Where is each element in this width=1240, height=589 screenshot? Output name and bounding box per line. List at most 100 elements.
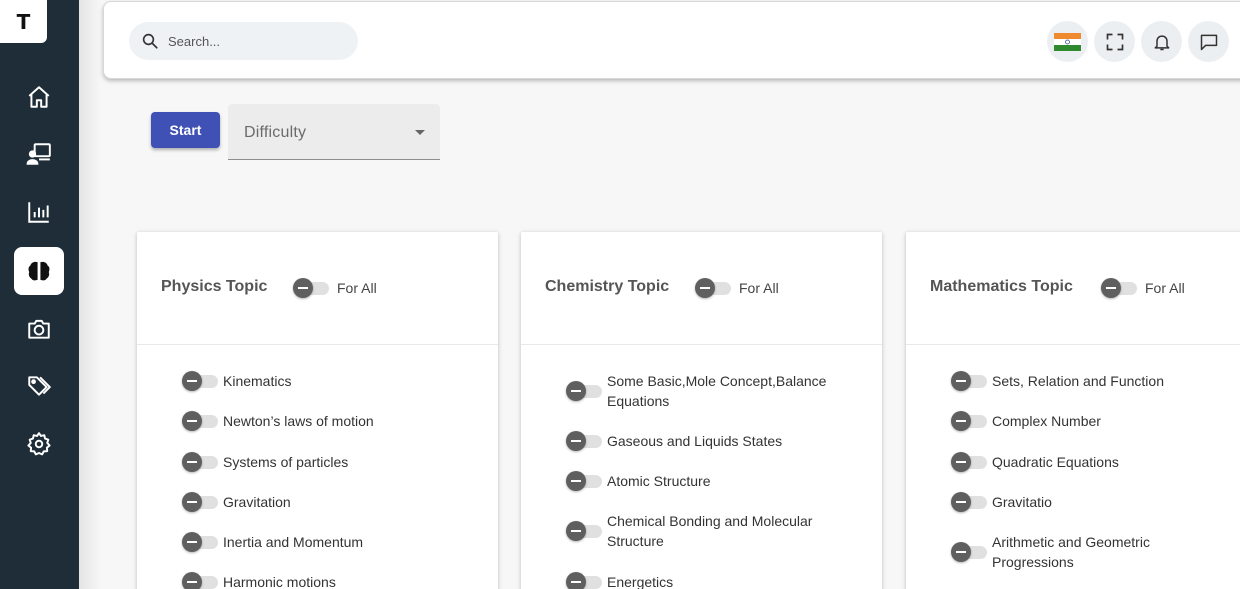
toggle-switch[interactable] (1101, 278, 1137, 298)
toggle-switch[interactable] (566, 521, 602, 541)
topic-label: Energetics (607, 574, 674, 589)
topic-item[interactable]: Arithmetic and Geometric Progressions (951, 532, 1201, 572)
topic-label: Arithmetic and Geometric Progressions (992, 534, 1150, 570)
toggle-switch[interactable] (951, 452, 987, 472)
for-all-label: For All (337, 280, 377, 296)
topic-item[interactable]: Energetics (566, 572, 673, 589)
fullscreen-button[interactable] (1094, 21, 1135, 62)
sidebar-item-tags[interactable] (14, 362, 64, 410)
main-content: Start Difficulty Physics Topic For All K… (79, 0, 1240, 589)
topic-item[interactable]: Chemical Bonding and Molecular Structure (566, 511, 856, 551)
topic-label: Inertia and Momentum (223, 534, 364, 550)
topic-item[interactable]: Kinematics (182, 371, 291, 391)
for-all-label: For All (739, 280, 779, 296)
india-flag-icon (1054, 32, 1081, 51)
toggle-switch[interactable] (182, 572, 218, 589)
toggle-switch[interactable] (182, 452, 218, 472)
chevron-down-icon (415, 130, 425, 135)
sidebar-item-reports[interactable] (14, 188, 64, 236)
for-all-label: For All (1145, 280, 1185, 296)
topic-item[interactable]: Quadratic Equations (951, 452, 1119, 472)
for-all-toggle[interactable]: For All (1101, 278, 1185, 298)
card-title: Physics Topic (161, 278, 268, 295)
search-input[interactable] (168, 33, 348, 49)
chat-icon (1200, 34, 1217, 50)
topic-label: Sets, Relation and Function (992, 373, 1164, 389)
gear-icon (27, 432, 51, 456)
card-header: Physics Topic For All (137, 232, 498, 345)
search-icon (142, 33, 158, 49)
card-header: Chemistry Topic For All (521, 232, 882, 345)
card-title: Chemistry Topic (545, 278, 670, 295)
toggle-switch[interactable] (566, 431, 602, 451)
chart-bars-icon (28, 202, 49, 223)
topic-label: Chemical Bonding and Molecular Structure (607, 513, 813, 549)
bell-icon (1154, 34, 1169, 50)
difficulty-label: Difficulty (244, 124, 307, 141)
topic-label: Kinematics (223, 373, 292, 389)
card-title: Mathematics Topic (930, 278, 1073, 295)
language-button[interactable] (1047, 21, 1088, 62)
topic-item[interactable]: Newton’s laws of motion (182, 411, 374, 431)
toggle-switch[interactable] (182, 411, 218, 431)
topic-label: Atomic Structure (607, 473, 711, 489)
toggle-switch[interactable] (951, 411, 987, 431)
app-logo[interactable]: T (0, 0, 47, 43)
toggle-switch[interactable] (951, 371, 987, 391)
topic-item[interactable]: Atomic Structure (566, 471, 710, 491)
sidebar-item-camera[interactable] (14, 305, 64, 353)
top-header (103, 1, 1240, 79)
topic-label: Gravitatio (992, 494, 1052, 510)
logo-letter: T (16, 9, 31, 34)
topic-item[interactable]: Systems of particles (182, 452, 348, 472)
physics-topic-card: Physics Topic For All Kinematics Newton’… (137, 232, 498, 589)
topic-item[interactable]: Gravitation (182, 492, 291, 512)
topic-item[interactable]: Some Basic,Mole Concept,Balance Equation… (566, 371, 856, 411)
topic-label: Harmonic motions (223, 574, 336, 589)
toggle-switch[interactable] (182, 492, 218, 512)
fullscreen-icon (1106, 33, 1123, 50)
sidebar-item-classroom[interactable] (14, 130, 64, 178)
topic-item[interactable]: Inertia and Momentum (182, 532, 363, 552)
topic-label: Complex Number (992, 413, 1101, 429)
toggle-switch[interactable] (182, 371, 218, 391)
topic-item[interactable]: Sets, Relation and Function (951, 371, 1164, 391)
tags-icon (28, 376, 51, 396)
topic-label: Gaseous and Liquids States (607, 433, 783, 449)
mathematics-topic-card: Mathematics Topic For All Sets, Relation… (906, 232, 1240, 589)
sidebar-item-brain[interactable] (14, 247, 64, 295)
chemistry-topic-card: Chemistry Topic For All Some Basic,Mole … (521, 232, 882, 589)
toggle-switch[interactable] (695, 278, 731, 298)
toggle-switch[interactable] (293, 278, 329, 298)
topic-label: Quadratic Equations (992, 454, 1119, 470)
toggle-switch[interactable] (566, 471, 602, 491)
topic-label: Gravitation (223, 494, 291, 510)
toggle-switch[interactable] (951, 492, 987, 512)
sidebar: T (0, 0, 79, 589)
topic-item[interactable]: Complex Number (951, 411, 1101, 431)
topic-label: Newton’s laws of motion (223, 413, 374, 429)
toggle-switch[interactable] (182, 532, 218, 552)
topic-item[interactable]: Gaseous and Liquids States (566, 431, 782, 451)
toggle-switch[interactable] (566, 381, 602, 401)
for-all-toggle[interactable]: For All (293, 278, 377, 298)
start-button[interactable]: Start (151, 112, 220, 148)
topic-label: Some Basic,Mole Concept,Balance Equation… (607, 373, 827, 409)
notifications-button[interactable] (1141, 21, 1182, 62)
difficulty-select[interactable]: Difficulty (228, 104, 440, 160)
topic-label: Systems of particles (223, 454, 349, 470)
for-all-toggle[interactable]: For All (695, 278, 779, 298)
sidebar-item-home[interactable] (14, 73, 64, 121)
topic-item[interactable]: Gravitatio (951, 492, 1052, 512)
search-box[interactable] (129, 22, 358, 60)
toggle-switch[interactable] (566, 572, 602, 589)
home-icon (28, 86, 50, 108)
brain-icon (28, 261, 50, 281)
camera-icon (28, 319, 50, 339)
toggle-switch[interactable] (951, 542, 987, 562)
topic-item[interactable]: Harmonic motions (182, 572, 336, 589)
classroom-icon (26, 143, 51, 165)
messages-button[interactable] (1188, 21, 1229, 62)
sidebar-item-settings[interactable] (14, 420, 64, 468)
card-header: Mathematics Topic For All (906, 232, 1240, 345)
